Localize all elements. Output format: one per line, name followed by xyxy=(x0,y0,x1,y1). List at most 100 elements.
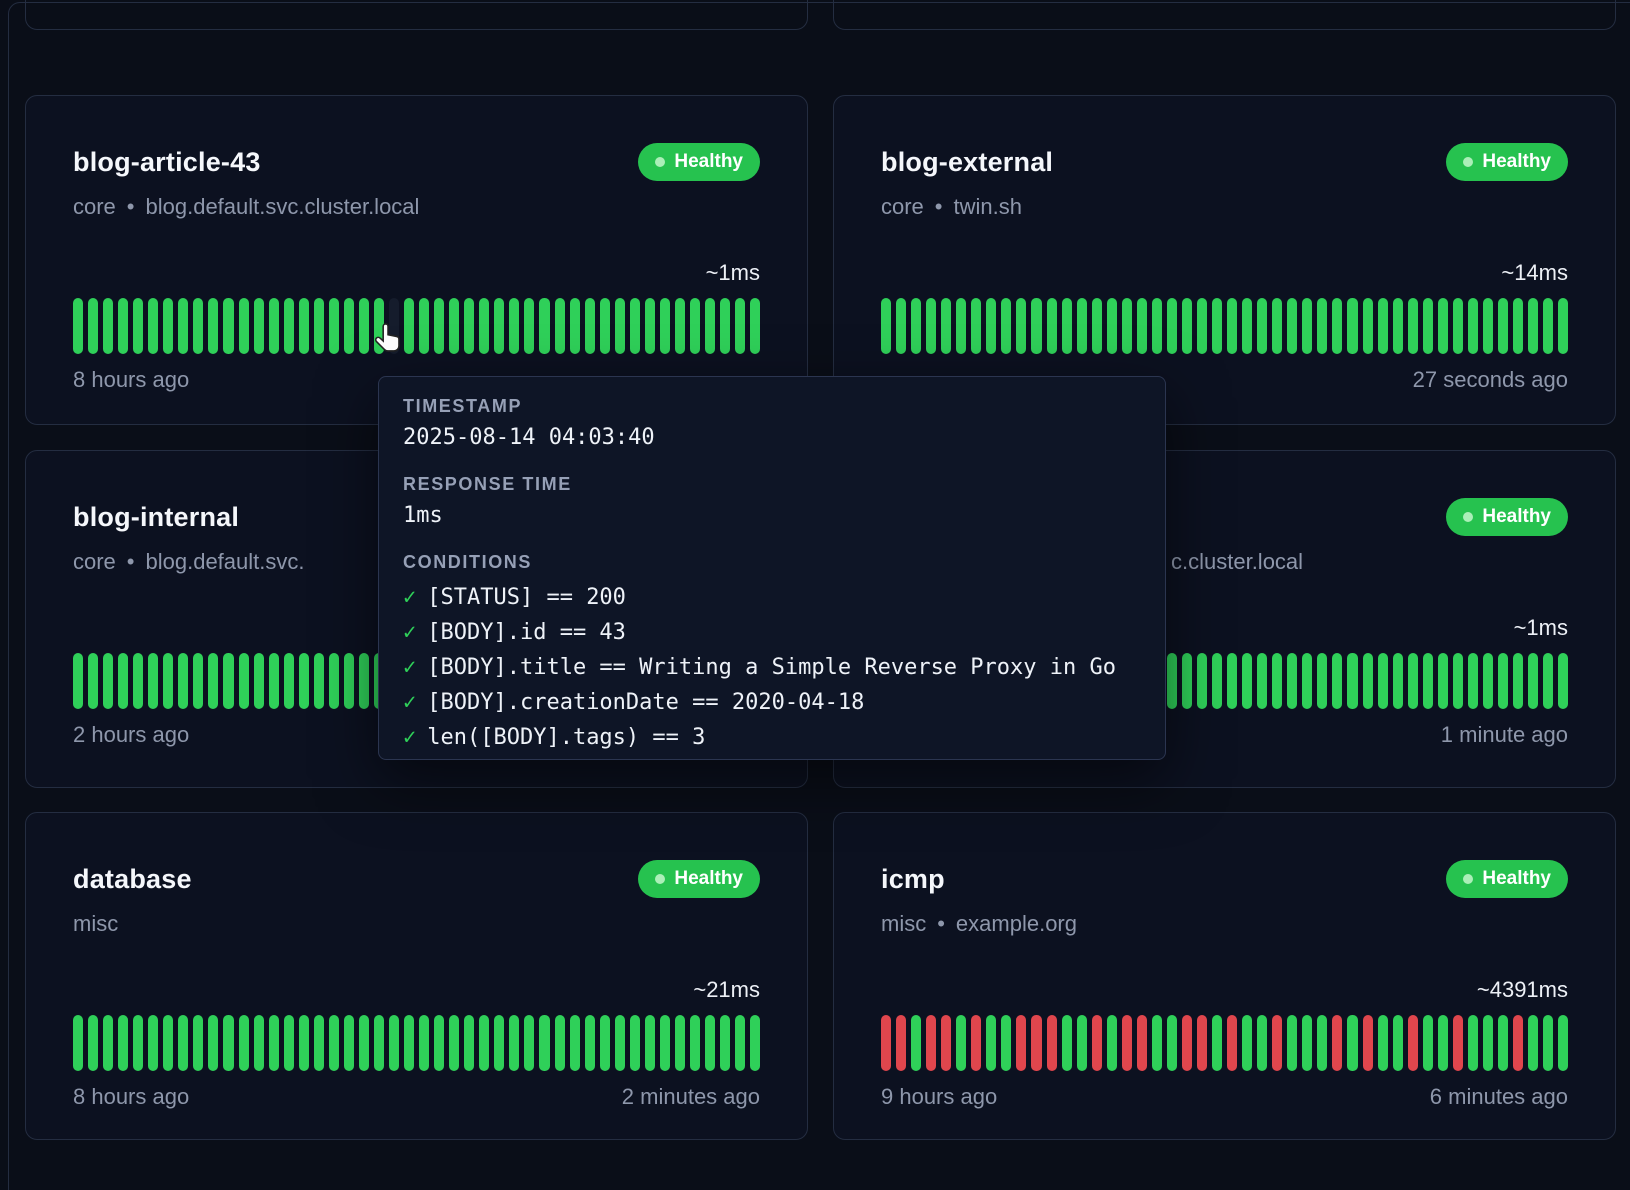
uptime-bar[interactable] xyxy=(881,298,891,354)
uptime-bar[interactable] xyxy=(88,653,98,709)
endpoint-card-icmp[interactable]: icmp Healthy misc • example.org ~4391ms … xyxy=(833,812,1616,1140)
uptime-bar[interactable] xyxy=(555,1015,565,1071)
uptime-bar[interactable] xyxy=(1483,1015,1493,1071)
uptime-bar[interactable] xyxy=(1332,298,1342,354)
uptime-bar[interactable] xyxy=(118,298,128,354)
uptime-bar[interactable] xyxy=(1031,298,1041,354)
uptime-bar[interactable] xyxy=(1242,1015,1252,1071)
uptime-bar[interactable] xyxy=(926,1015,936,1071)
uptime-bar[interactable] xyxy=(1558,653,1568,709)
uptime-bar[interactable] xyxy=(585,1015,595,1071)
endpoint-card-partial[interactable] xyxy=(833,0,1616,30)
uptime-bar[interactable] xyxy=(735,298,745,354)
uptime-bar[interactable] xyxy=(750,298,760,354)
uptime-bar[interactable] xyxy=(645,1015,655,1071)
uptime-bar[interactable] xyxy=(1212,653,1222,709)
uptime-bar[interactable] xyxy=(1272,653,1282,709)
uptime-bar[interactable] xyxy=(675,1015,685,1071)
uptime-bar[interactable] xyxy=(449,298,459,354)
uptime-bar[interactable] xyxy=(1302,653,1312,709)
uptime-bar[interactable] xyxy=(1528,298,1538,354)
uptime-bar[interactable] xyxy=(1257,298,1267,354)
uptime-bar[interactable] xyxy=(585,298,595,354)
uptime-bar[interactable] xyxy=(720,1015,730,1071)
uptime-bar[interactable] xyxy=(1227,298,1237,354)
uptime-bar[interactable] xyxy=(660,298,670,354)
uptime-bar[interactable] xyxy=(705,1015,715,1071)
uptime-bar[interactable] xyxy=(1287,1015,1297,1071)
uptime-bar[interactable] xyxy=(1423,653,1433,709)
uptime-bar[interactable] xyxy=(926,298,936,354)
uptime-bar[interactable] xyxy=(1062,1015,1072,1071)
uptime-bar[interactable] xyxy=(690,298,700,354)
uptime-bar[interactable] xyxy=(1483,653,1493,709)
uptime-bar[interactable] xyxy=(73,1015,83,1071)
uptime-bar[interactable] xyxy=(600,298,610,354)
uptime-bar[interactable] xyxy=(941,298,951,354)
uptime-bar[interactable] xyxy=(896,1015,906,1071)
uptime-bar[interactable] xyxy=(675,298,685,354)
uptime-bar[interactable] xyxy=(208,1015,218,1071)
uptime-bar[interactable] xyxy=(1423,1015,1433,1071)
uptime-bar[interactable] xyxy=(254,653,264,709)
uptime-bar[interactable] xyxy=(1453,653,1463,709)
uptime-bar[interactable] xyxy=(1558,1015,1568,1071)
uptime-bar[interactable] xyxy=(1453,1015,1463,1071)
uptime-bar[interactable] xyxy=(1363,653,1373,709)
uptime-bar[interactable] xyxy=(1528,1015,1538,1071)
uptime-bar[interactable] xyxy=(1363,1015,1373,1071)
uptime-bar[interactable] xyxy=(1016,1015,1026,1071)
uptime-bar[interactable] xyxy=(148,1015,158,1071)
uptime-bar[interactable] xyxy=(1302,298,1312,354)
uptime-bar[interactable] xyxy=(509,1015,519,1071)
uptime-bar[interactable] xyxy=(208,653,218,709)
uptime-bar[interactable] xyxy=(705,298,715,354)
uptime-bar[interactable] xyxy=(163,1015,173,1071)
uptime-bar[interactable] xyxy=(1302,1015,1312,1071)
uptime-bar[interactable] xyxy=(464,1015,474,1071)
uptime-bar[interactable] xyxy=(524,298,534,354)
uptime-bar[interactable] xyxy=(1332,1015,1342,1071)
uptime-bar[interactable] xyxy=(1438,298,1448,354)
uptime-bar[interactable] xyxy=(956,298,966,354)
uptime-bar[interactable] xyxy=(986,298,996,354)
uptime-bar[interactable] xyxy=(1347,653,1357,709)
uptime-bar[interactable] xyxy=(1047,1015,1057,1071)
uptime-bar[interactable] xyxy=(314,1015,324,1071)
uptime-bar[interactable] xyxy=(1498,653,1508,709)
uptime-bar[interactable] xyxy=(1122,298,1132,354)
uptime-bar[interactable] xyxy=(494,1015,504,1071)
uptime-bar[interactable] xyxy=(239,298,249,354)
uptime-bar[interactable] xyxy=(449,1015,459,1071)
uptime-bar[interactable] xyxy=(133,298,143,354)
uptime-bar[interactable] xyxy=(193,1015,203,1071)
uptime-bar[interactable] xyxy=(1107,298,1117,354)
uptime-bar[interactable] xyxy=(1212,1015,1222,1071)
uptime-bar[interactable] xyxy=(434,1015,444,1071)
uptime-bar[interactable] xyxy=(419,298,429,354)
uptime-bar[interactable] xyxy=(1408,298,1418,354)
uptime-bar[interactable] xyxy=(329,298,339,354)
uptime-bar[interactable] xyxy=(1092,1015,1102,1071)
uptime-bar[interactable] xyxy=(269,653,279,709)
uptime-bar[interactable] xyxy=(1212,298,1222,354)
uptime-bar[interactable] xyxy=(1272,1015,1282,1071)
uptime-bar[interactable] xyxy=(750,1015,760,1071)
uptime-bar[interactable] xyxy=(1453,298,1463,354)
uptime-bar[interactable] xyxy=(284,1015,294,1071)
uptime-bar[interactable] xyxy=(1167,653,1177,709)
uptime-bar[interactable] xyxy=(971,1015,981,1071)
uptime-bar[interactable] xyxy=(1347,1015,1357,1071)
uptime-bar[interactable] xyxy=(1558,298,1568,354)
uptime-bar[interactable] xyxy=(1182,298,1192,354)
uptime-bar[interactable] xyxy=(1513,298,1523,354)
uptime-bar[interactable] xyxy=(494,298,504,354)
uptime-bar[interactable] xyxy=(344,653,354,709)
uptime-bar[interactable] xyxy=(178,653,188,709)
uptime-bar[interactable] xyxy=(1197,653,1207,709)
uptime-bar[interactable] xyxy=(1137,1015,1147,1071)
uptime-bar[interactable] xyxy=(103,653,113,709)
uptime-bar[interactable] xyxy=(1468,653,1478,709)
uptime-bar[interactable] xyxy=(1152,1015,1162,1071)
uptime-bar[interactable] xyxy=(1272,298,1282,354)
